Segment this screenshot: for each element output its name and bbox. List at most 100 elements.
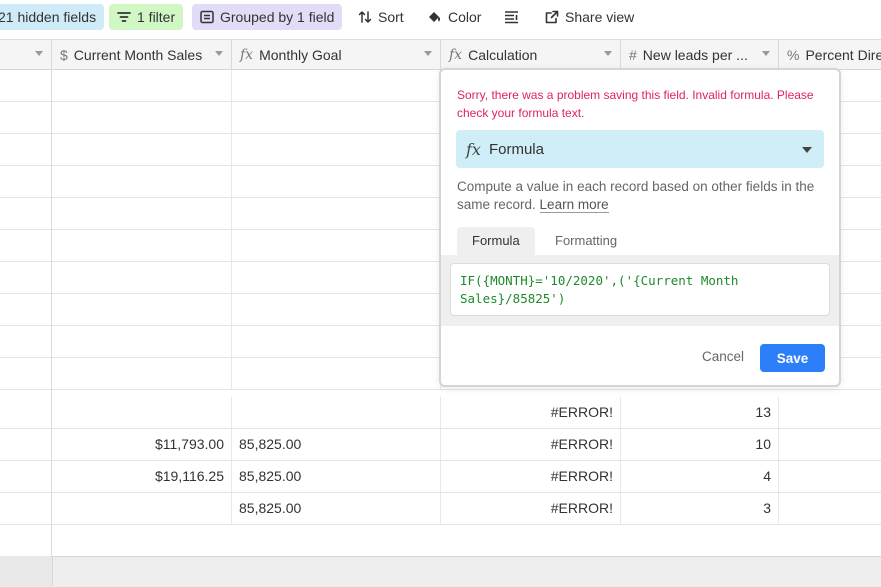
group-label: Grouped by 1 field	[220, 9, 335, 25]
formula-editor-panel: IF({MONTH}='10/2020',('{Current Month Sa…	[441, 255, 839, 326]
column-label: Calculation	[468, 46, 538, 63]
row-number-header	[0, 40, 52, 69]
sort-button[interactable]: Sort	[350, 4, 412, 30]
column-header-calculation[interactable]: fx Calculation	[441, 40, 621, 69]
cancel-button[interactable]: Cancel	[702, 349, 744, 364]
cell-sales[interactable]	[52, 326, 232, 357]
cell-new-leads[interactable]: 3	[621, 493, 779, 524]
hidden-fields-button[interactable]: 21 hidden fields	[0, 4, 105, 30]
cell-sales[interactable]	[52, 262, 232, 293]
cell-calculation[interactable]: #ERROR!	[441, 429, 621, 460]
field-type-label: Formula	[488, 140, 544, 158]
formula-icon: fx	[449, 46, 463, 63]
grid-header: $ Current Month Sales fx Monthly Goal fx…	[0, 39, 881, 70]
chevron-down-icon[interactable]	[424, 51, 432, 56]
cell-sales[interactable]	[52, 294, 232, 325]
grid-footer	[0, 556, 881, 587]
table-row[interactable]: $11,793.00 85,825.00 #ERROR! 10	[0, 429, 881, 461]
cell-goal[interactable]: 85,825.00	[232, 429, 441, 460]
column-header-current-month-sales[interactable]: $ Current Month Sales	[52, 40, 232, 69]
column-label: New leads per ...	[642, 46, 748, 63]
hidden-fields-label: 21 hidden fields	[0, 9, 97, 25]
cell-new-leads[interactable]: 10	[621, 429, 779, 460]
cell-goal[interactable]	[232, 294, 441, 325]
column-header-percent-direct[interactable]: % Percent Dire	[779, 40, 881, 69]
cell-sales[interactable]	[52, 358, 232, 389]
chevron-down-icon	[802, 147, 812, 153]
grid-footer-left	[0, 556, 53, 586]
tab-formatting[interactable]: Formatting	[540, 227, 632, 255]
cell-sales[interactable]	[52, 70, 232, 101]
field-description: Compute a value in each record based on …	[457, 178, 829, 214]
number-icon: #	[629, 46, 637, 63]
cell-sales[interactable]: $11,793.00	[52, 429, 232, 460]
filter-icon	[117, 12, 131, 22]
filter-label: 1 filter	[137, 9, 176, 25]
cell-sales[interactable]	[52, 102, 232, 133]
formula-icon: fx	[466, 139, 481, 159]
cell-new-leads[interactable]: 4	[621, 461, 779, 492]
row-height-button[interactable]	[496, 4, 527, 30]
table-row[interactable]: $19,116.25 85,825.00 #ERROR! 4	[0, 461, 881, 493]
row-number-divider	[51, 70, 52, 586]
column-header-new-leads[interactable]: # New leads per ...	[621, 40, 779, 69]
error-message: Sorry, there was a problem saving this f…	[457, 88, 814, 120]
cell-goal[interactable]	[232, 102, 441, 133]
cell-sales[interactable]	[52, 198, 232, 229]
currency-icon: $	[60, 46, 68, 63]
formula-input[interactable]: IF({MONTH}='10/2020',('{Current Month Sa…	[450, 263, 830, 316]
percent-icon: %	[787, 46, 800, 63]
cell-goal[interactable]	[232, 70, 441, 101]
table-row[interactable]: #ERROR! 13	[0, 397, 881, 429]
color-button[interactable]: Color	[419, 4, 489, 30]
share-label: Share view	[565, 9, 635, 25]
cell-goal[interactable]	[232, 326, 441, 357]
learn-more-link[interactable]: Learn more	[539, 197, 609, 213]
group-icon	[200, 10, 214, 24]
group-button[interactable]: Grouped by 1 field	[192, 4, 343, 30]
cell-sales[interactable]	[52, 230, 232, 261]
formula-icon: fx	[240, 46, 254, 63]
sort-label: Sort	[378, 9, 404, 25]
cell-goal[interactable]	[232, 230, 441, 261]
cell-calculation[interactable]: #ERROR!	[441, 493, 621, 524]
chevron-down-icon[interactable]	[35, 51, 43, 56]
cell-goal[interactable]: 85,825.00	[232, 493, 441, 524]
cell-goal[interactable]	[232, 198, 441, 229]
column-header-monthly-goal[interactable]: fx Monthly Goal	[232, 40, 441, 69]
save-button[interactable]: Save	[760, 344, 825, 372]
cell-goal[interactable]	[232, 134, 441, 165]
cell-goal[interactable]	[232, 358, 441, 389]
cell-goal[interactable]	[232, 397, 441, 428]
cell-calculation[interactable]: #ERROR!	[441, 397, 621, 428]
column-label: Monthly Goal	[259, 46, 342, 63]
tab-formula[interactable]: Formula	[457, 227, 535, 255]
cell-goal[interactable]	[232, 262, 441, 293]
chevron-down-icon[interactable]	[604, 51, 612, 56]
table-row[interactable]: 85,825.00 #ERROR! 3	[0, 493, 881, 525]
view-toolbar: 21 hidden fields 1 filter Grouped by 1 f…	[0, 0, 881, 39]
field-type-select[interactable]: fx Formula	[456, 130, 824, 168]
cell-sales[interactable]	[52, 166, 232, 197]
filter-button[interactable]: 1 filter	[109, 4, 184, 30]
cell-sales[interactable]: $19,116.25	[52, 461, 232, 492]
share-view-button[interactable]: Share view	[537, 4, 642, 30]
cell-goal[interactable]	[232, 166, 441, 197]
cell-sales[interactable]	[52, 134, 232, 165]
cell-sales[interactable]	[52, 493, 232, 524]
share-icon	[545, 10, 559, 24]
description-text: Compute a value in each record based on …	[457, 179, 815, 212]
cell-calculation[interactable]: #ERROR!	[441, 461, 621, 492]
color-label: Color	[448, 9, 482, 25]
chevron-down-icon[interactable]	[215, 51, 223, 56]
sort-icon	[358, 11, 372, 23]
field-edit-popup: Sorry, there was a problem saving this f…	[439, 68, 841, 387]
column-label: Current Month Sales	[73, 46, 203, 63]
row-height-icon	[505, 11, 518, 24]
chevron-down-icon[interactable]	[762, 51, 770, 56]
cell-new-leads[interactable]: 13	[621, 397, 779, 428]
paint-bucket-icon	[429, 12, 440, 22]
column-label: Percent Dire	[805, 46, 881, 63]
cell-goal[interactable]: 85,825.00	[232, 461, 441, 492]
cell-sales[interactable]	[52, 397, 232, 428]
